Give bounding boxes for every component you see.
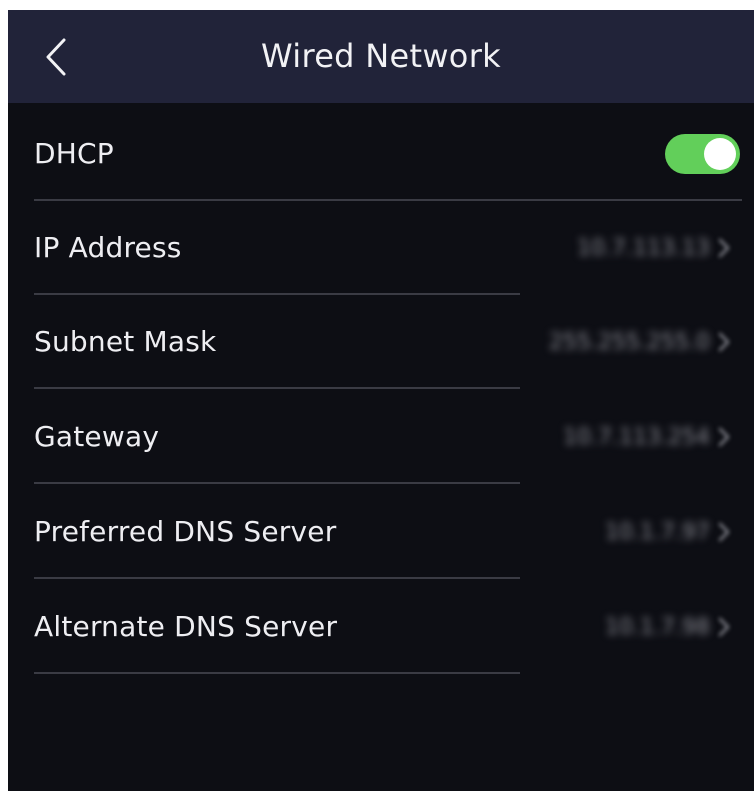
divider (34, 482, 520, 484)
alternate-dns-value-wrap: 10.1.7.98 (605, 580, 732, 674)
chevron-left-icon (46, 38, 66, 76)
gateway-row[interactable]: Gateway 10.7.113.254 (8, 390, 754, 484)
subnet-mask-label: Subnet Mask (34, 325, 217, 358)
subnet-mask-value: 255.255.255.0 (549, 329, 710, 355)
dhcp-label: DHCP (34, 137, 114, 170)
gateway-value: 10.7.113.254 (563, 424, 710, 450)
preferred-dns-label: Preferred DNS Server (34, 515, 337, 548)
chevron-right-icon (718, 238, 730, 258)
ip-address-value: 10.7.113.13 (577, 235, 710, 261)
gateway-value-wrap: 10.7.113.254 (563, 390, 732, 484)
subnet-mask-value-wrap: 255.255.255.0 (549, 295, 732, 389)
back-button[interactable] (38, 34, 78, 80)
header-bar: Wired Network (8, 10, 754, 103)
divider (34, 387, 520, 389)
ip-address-row[interactable]: IP Address 10.7.113.13 (8, 201, 754, 295)
ip-address-value-wrap: 10.7.113.13 (577, 201, 732, 295)
alternate-dns-label: Alternate DNS Server (34, 610, 338, 643)
preferred-dns-row[interactable]: Preferred DNS Server 10.1.7.97 (8, 485, 754, 579)
alternate-dns-row[interactable]: Alternate DNS Server 10.1.7.98 (8, 580, 754, 674)
subnet-mask-row[interactable]: Subnet Mask 255.255.255.0 (8, 295, 754, 389)
divider (34, 672, 520, 674)
page-title: Wired Network (261, 37, 501, 75)
toggle-knob (704, 138, 736, 170)
divider (34, 577, 520, 579)
chevron-right-icon (718, 332, 730, 352)
gateway-label: Gateway (34, 420, 160, 453)
ip-address-label: IP Address (34, 231, 182, 264)
alternate-dns-value: 10.1.7.98 (605, 614, 710, 640)
dhcp-toggle[interactable] (665, 134, 740, 174)
preferred-dns-value: 10.1.7.97 (605, 519, 710, 545)
dhcp-row: DHCP (8, 107, 754, 201)
preferred-dns-value-wrap: 10.1.7.97 (605, 485, 732, 579)
chevron-right-icon (718, 617, 730, 637)
chevron-right-icon (718, 427, 730, 447)
wired-network-screen: Wired Network DHCP IP Address 10.7.113.1… (8, 10, 754, 791)
chevron-right-icon (718, 522, 730, 542)
